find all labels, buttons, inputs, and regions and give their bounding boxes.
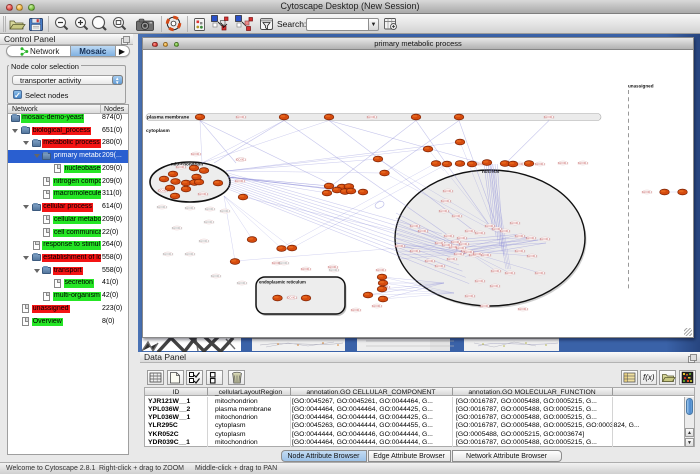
svg-text:[GO:00..]: [GO:00..] (376, 268, 387, 272)
svg-text:plasma membrane: plasma membrane (147, 115, 189, 121)
svg-text:[GO:00..]: [GO:00..] (287, 296, 298, 300)
svg-text:[GO:00..]: [GO:00..] (410, 224, 421, 228)
svg-text:[GO:00..]: [GO:00..] (475, 231, 486, 235)
svg-text:[GO:00..]: [GO:00..] (642, 190, 653, 194)
svg-text:unassigned: unassigned (628, 84, 654, 89)
svg-text:[GO:00..]: [GO:00..] (527, 254, 538, 258)
svg-text:[GO:00..]: [GO:00..] (500, 229, 511, 233)
svg-text:[GO:00..]: [GO:00..] (444, 234, 455, 238)
svg-text:[GO:00..]: [GO:00..] (220, 209, 231, 213)
svg-text:cytoplasm: cytoplasm (146, 128, 170, 134)
svg-text:[GO:00..]: [GO:00..] (558, 161, 569, 165)
svg-text:[GO:00..]: [GO:00..] (481, 253, 492, 257)
svg-text:[GO:00..]: [GO:00..] (329, 268, 340, 272)
svg-text:[GO:00..]: [GO:00..] (578, 161, 589, 165)
svg-text:[GO:00..]: [GO:00..] (480, 304, 491, 308)
svg-text:[GO:00..]: [GO:00..] (185, 252, 196, 256)
svg-text:[GO:00..]: [GO:00..] (439, 209, 450, 213)
svg-text:[GO:00..]: [GO:00..] (456, 246, 467, 250)
svg-text:[GO:00..]: [GO:00..] (535, 271, 546, 275)
svg-text:[GO:00..]: [GO:00..] (199, 239, 210, 243)
svg-text:endoplasmic reticulum: endoplasmic reticulum (259, 280, 306, 285)
svg-text:[GO:00..]: [GO:00..] (459, 242, 470, 246)
svg-text:[GO:00..]: [GO:00..] (443, 189, 454, 193)
svg-text:[GO:00..]: [GO:00..] (435, 264, 446, 268)
svg-text:[GO:00..]: [GO:00..] (544, 115, 555, 119)
svg-text:[GO:00..]: [GO:00..] (540, 237, 551, 241)
svg-text:[GO:00..]: [GO:00..] (457, 236, 468, 240)
svg-text:[GO:00..]: [GO:00..] (465, 294, 476, 298)
svg-text:[GO:00..]: [GO:00..] (198, 192, 209, 196)
svg-text:[GO:00..]: [GO:00..] (418, 229, 429, 233)
svg-text:[GO:00..]: [GO:00..] (515, 249, 526, 253)
svg-text:[GO:00..]: [GO:00..] (441, 199, 452, 203)
svg-text:[GO:00..]: [GO:00..] (235, 179, 246, 183)
svg-text:[GO:00..]: [GO:00..] (351, 308, 362, 312)
svg-text:[GO:00..]: [GO:00..] (535, 162, 546, 166)
svg-text:[GO:00..]: [GO:00..] (367, 115, 378, 119)
svg-text:[GO:00..]: [GO:00..] (510, 221, 521, 225)
svg-text:[GO:00..]: [GO:00..] (279, 261, 290, 265)
svg-text:[GO:00..]: [GO:00..] (490, 284, 501, 288)
svg-text:[GO:00..]: [GO:00..] (395, 244, 406, 248)
svg-text:[GO:00..]: [GO:00..] (425, 259, 436, 263)
svg-text:[GO:00..]: [GO:00..] (236, 158, 247, 162)
svg-text:[GO:00..]: [GO:00..] (185, 206, 196, 210)
svg-text:[GO:00..]: [GO:00..] (491, 269, 502, 273)
svg-text:[GO:00..]: [GO:00..] (505, 271, 516, 275)
svg-text:[GO:00..]: [GO:00..] (301, 267, 312, 271)
svg-text:[GO:00..]: [GO:00..] (236, 115, 247, 119)
svg-text:f(x): f(x) (643, 373, 655, 382)
svg-text:[GO:00..]: [GO:00..] (157, 205, 168, 209)
svg-text:[GO:00..]: [GO:00..] (205, 207, 216, 211)
svg-text:[GO:00..]: [GO:00..] (191, 152, 202, 156)
svg-text:[GO:00..]: [GO:00..] (163, 252, 174, 256)
svg-text:[GO:00..]: [GO:00..] (447, 257, 458, 261)
svg-text:[GO:00..]: [GO:00..] (204, 220, 215, 224)
svg-text:[GO:00..]: [GO:00..] (410, 249, 421, 253)
svg-text:[GO:00..]: [GO:00..] (526, 236, 537, 240)
svg-text:[GO:00..]: [GO:00..] (176, 165, 187, 169)
svg-text:[GO:00..]: [GO:00..] (172, 226, 183, 230)
svg-text:[GO:00..]: [GO:00..] (475, 279, 486, 283)
svg-text:[GO:00..]: [GO:00..] (372, 304, 383, 308)
svg-text:[GO:00..]: [GO:00..] (518, 307, 529, 311)
svg-text:[GO:00..]: [GO:00..] (211, 274, 222, 278)
svg-text:[GO:00..]: [GO:00..] (452, 214, 463, 218)
svg-text:[GO:00..]: [GO:00..] (237, 281, 248, 285)
svg-text:[GO:00..]: [GO:00..] (515, 234, 526, 238)
